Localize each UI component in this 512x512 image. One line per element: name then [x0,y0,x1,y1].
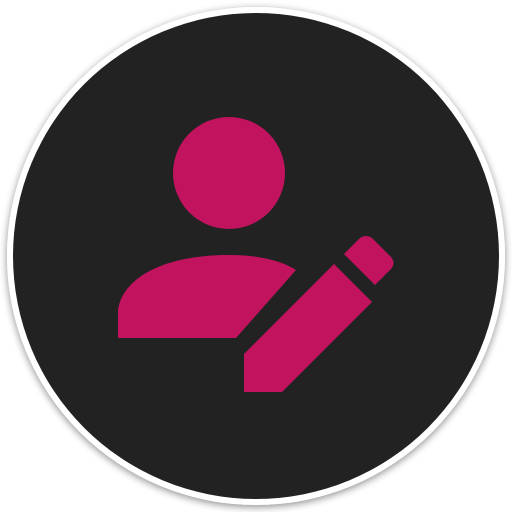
user-edit-icon[interactable] [0,0,512,512]
app-icon-canvas [0,0,512,512]
icon-background-disc [13,13,499,499]
person-head-icon [173,117,285,229]
